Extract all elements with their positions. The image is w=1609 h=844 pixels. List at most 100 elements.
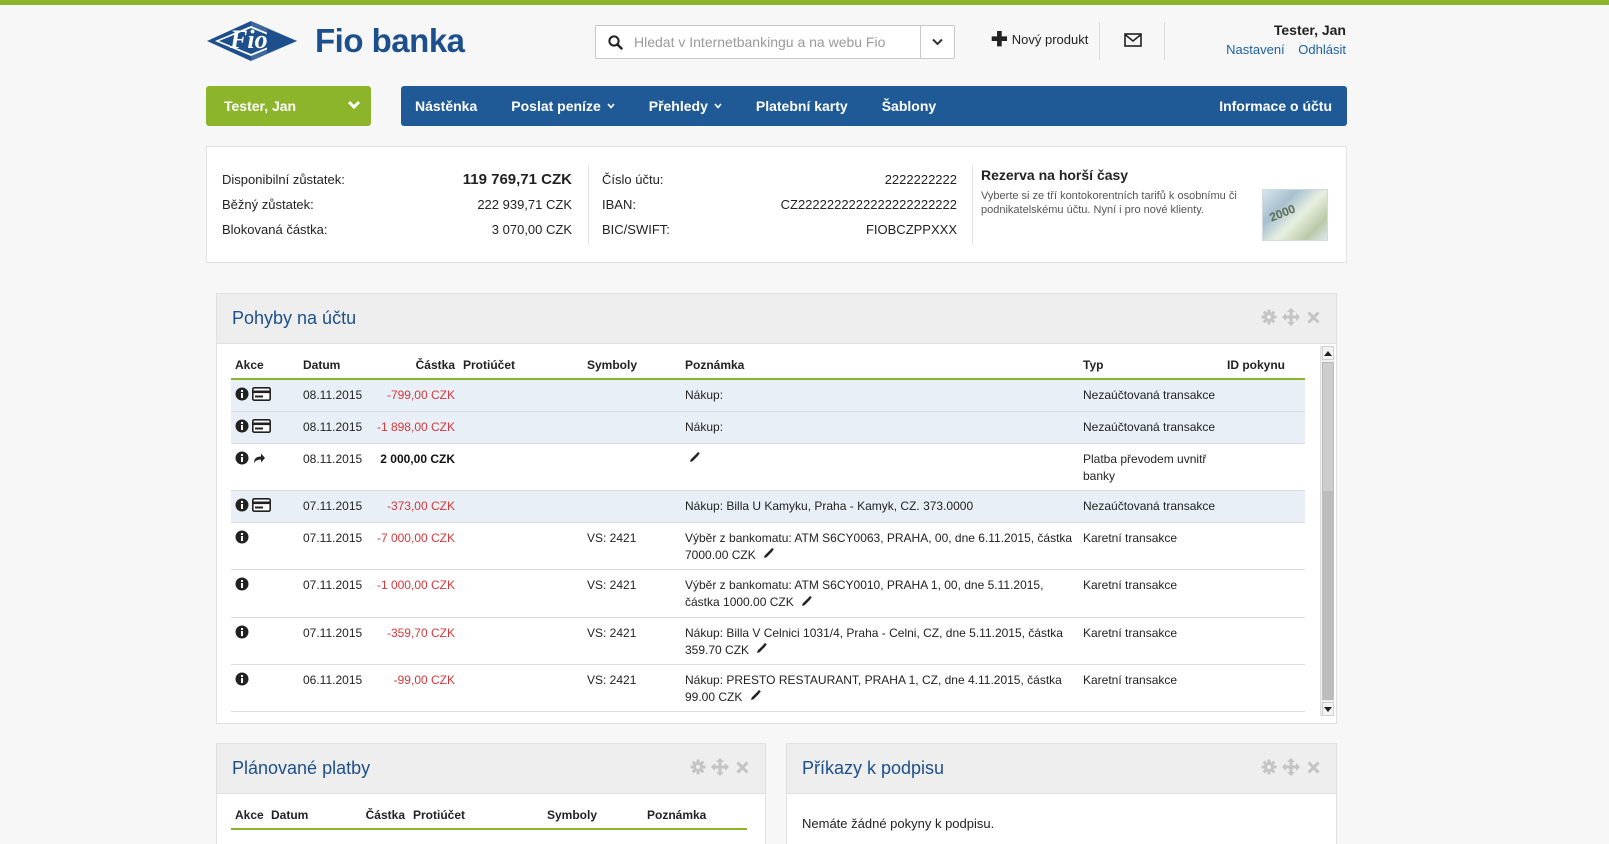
order-id-cell bbox=[1223, 664, 1305, 713]
main-navigation: Nástěnka Poslat peníze Přehledy Platební… bbox=[401, 86, 1347, 126]
type-cell: Nezaúčtovaná transakce bbox=[1079, 379, 1223, 412]
column-header[interactable]: Akce bbox=[231, 802, 267, 830]
banknotes-image[interactable]: 2000 bbox=[1262, 189, 1328, 241]
search-input[interactable] bbox=[634, 27, 920, 57]
forward-arrow-icon[interactable] bbox=[252, 452, 266, 469]
column-header[interactable]: Typ bbox=[1079, 352, 1223, 380]
scroll-down-arrow-icon[interactable] bbox=[1322, 702, 1334, 716]
actions-cell bbox=[231, 711, 299, 714]
nav-item-account-info[interactable]: Informace o účtu bbox=[1202, 98, 1347, 114]
close-icon[interactable] bbox=[1304, 308, 1322, 326]
pencil-icon[interactable] bbox=[756, 642, 768, 659]
nav-item-templates[interactable]: Šablony bbox=[865, 98, 953, 114]
nav-item-overviews[interactable]: Přehledy bbox=[632, 98, 739, 114]
info-icon[interactable] bbox=[235, 672, 249, 691]
counter-account-cell bbox=[459, 711, 583, 714]
column-header[interactable]: Symboly bbox=[543, 802, 643, 830]
column-header[interactable]: Protiúčet bbox=[459, 352, 583, 380]
search-icon[interactable] bbox=[596, 26, 634, 58]
info-icon[interactable] bbox=[235, 451, 249, 470]
user-box: Tester, Jan Nastavení Odhlásit bbox=[1216, 22, 1346, 57]
info-icon[interactable] bbox=[235, 577, 249, 596]
table-row[interactable]: 07.11.2015 -359,70 CZK VS: 2421 Nákup: Bill… bbox=[231, 617, 1305, 665]
column-header[interactable]: Protiúčet bbox=[409, 802, 543, 830]
table-row[interactable]: 08.11.2015 -799,00 CZK Nákup: Nezaúčtovaná … bbox=[231, 379, 1305, 412]
promo-title: Rezerva na horší časy bbox=[981, 167, 1129, 183]
info-icon[interactable] bbox=[235, 387, 249, 406]
column-header[interactable]: ID pokynu bbox=[1223, 352, 1305, 380]
logout-link[interactable]: Odhlásit bbox=[1298, 42, 1346, 57]
promo-box[interactable]: Rezerva na horší časy Vyberte si ze tří … bbox=[981, 167, 1253, 217]
table-row[interactable]: 07.11.2015 -373,00 CZK Nákup: Billa U Kamy… bbox=[231, 490, 1305, 523]
gear-icon[interactable] bbox=[689, 758, 707, 776]
column-header[interactable]: Datum bbox=[267, 802, 349, 830]
pencil-icon[interactable] bbox=[763, 547, 774, 564]
gear-icon[interactable] bbox=[1260, 308, 1278, 326]
table-row[interactable]: 08.11.2015 2 000,00 CZK Platba převodem u… bbox=[231, 443, 1305, 491]
scrollbar-track[interactable] bbox=[1322, 492, 1334, 700]
column-header[interactable]: Částka bbox=[371, 352, 459, 380]
move-icon[interactable] bbox=[1282, 308, 1300, 326]
column-header[interactable]: Poznámka bbox=[643, 802, 747, 830]
table-row[interactable]: 06.11.2015 -99,00 CZK VS: 2421 Nákup: PREST… bbox=[231, 664, 1305, 713]
table-row[interactable]: 08.11.2015 -1 898,00 CZK Nákup: Nezaúčtovan… bbox=[231, 411, 1305, 444]
fio-logo[interactable]: Fio Fio banka bbox=[205, 15, 465, 67]
table-row[interactable]: 04.11.2015-50,00 CZK Platba převodem uvni… bbox=[231, 711, 1305, 714]
column-header[interactable]: Částka bbox=[349, 802, 409, 830]
nav-item-payment-cards[interactable]: Platební karty bbox=[739, 98, 865, 114]
card-icon[interactable] bbox=[252, 419, 271, 438]
move-icon[interactable] bbox=[1282, 758, 1300, 776]
pencil-icon[interactable] bbox=[750, 689, 761, 706]
widget-title: Pohyby na účtu bbox=[232, 308, 357, 328]
info-icon[interactable] bbox=[235, 419, 249, 438]
note-cell: Výběr z bankomatu: ATM S6CY0010, PRAHA 1… bbox=[681, 569, 1079, 618]
movements-scrollbar[interactable] bbox=[1320, 346, 1334, 716]
card-icon[interactable] bbox=[252, 387, 271, 406]
nav-item-dashboard[interactable]: Nástěnka bbox=[401, 98, 494, 114]
actions-cell bbox=[231, 490, 299, 523]
pencil-icon[interactable] bbox=[801, 595, 812, 612]
note-text: Výběr z bankomatu: ATM S6CY0063, PRAHA, … bbox=[685, 531, 1073, 562]
counter-account-cell bbox=[459, 411, 583, 444]
note-cell: Nákup: Billa V Celnici 1031/4, Praha - C… bbox=[681, 617, 1079, 665]
column-header[interactable]: Akce bbox=[231, 352, 299, 380]
nav-item-send-money[interactable]: Poslat peníze bbox=[494, 98, 631, 114]
close-icon[interactable] bbox=[1304, 758, 1322, 776]
mail-icon[interactable] bbox=[1124, 33, 1142, 50]
movements-table-body: 08.11.2015 -799,00 CZK Nákup: Nezaúčtovaná … bbox=[231, 379, 1305, 714]
pencil-icon[interactable] bbox=[689, 451, 700, 468]
info-icon[interactable] bbox=[235, 625, 249, 644]
settings-link[interactable]: Nastavení bbox=[1226, 42, 1285, 57]
nav-label: Poslat peníze bbox=[511, 98, 601, 114]
order-id-cell bbox=[1223, 490, 1305, 523]
gear-icon[interactable] bbox=[1260, 758, 1278, 776]
card-icon[interactable] bbox=[252, 498, 271, 517]
actions-cell bbox=[231, 522, 299, 571]
column-header[interactable]: Symboly bbox=[583, 352, 681, 380]
planned-table: Akce Datum Částka Protiúčet Symboly Pozn… bbox=[231, 802, 747, 830]
column-header[interactable]: Datum bbox=[299, 352, 371, 380]
movements-table-scroll[interactable]: Akce Datum Částka Protiúčet Symboly Pozn… bbox=[231, 352, 1305, 714]
balance-panel: Disponibilní zůstatek: 119 769,71 CZK Bě… bbox=[206, 146, 1347, 263]
planned-table-scroll: Akce Datum Částka Protiúčet Symboly Pozn… bbox=[231, 802, 747, 842]
logo-mark-text: Fio bbox=[230, 25, 268, 54]
scroll-up-arrow-icon[interactable] bbox=[1322, 346, 1334, 360]
panel-divider bbox=[588, 165, 589, 245]
new-product-button[interactable]: ✚ Nový produkt bbox=[991, 30, 1088, 50]
info-icon[interactable] bbox=[235, 498, 249, 517]
table-row[interactable]: 07.11.2015 -7 000,00 CZK VS: 2421 Výběr z b… bbox=[231, 522, 1305, 571]
account-selector-label: Tester, Jan bbox=[224, 98, 297, 114]
move-icon[interactable] bbox=[711, 758, 729, 776]
close-icon[interactable] bbox=[733, 758, 751, 776]
table-row[interactable]: 07.11.2015 -1 000,00 CZK VS: 2421 Výběr z b… bbox=[231, 569, 1305, 618]
date-cell: 07.11.2015 bbox=[299, 569, 371, 618]
scrollbar-thumb[interactable] bbox=[1322, 362, 1334, 492]
account-selector[interactable]: Tester, Jan bbox=[206, 86, 371, 126]
symbols-cell: VS: 2421 bbox=[583, 664, 681, 713]
search-dropdown-button[interactable] bbox=[920, 26, 954, 58]
amount-cell: -373,00 CZK bbox=[371, 490, 459, 523]
column-header[interactable]: Poznámka bbox=[681, 352, 1079, 380]
info-icon[interactable] bbox=[235, 530, 249, 549]
symbols-cell bbox=[583, 490, 681, 523]
available-balance-value: 119 769,71 CZK bbox=[462, 171, 572, 188]
